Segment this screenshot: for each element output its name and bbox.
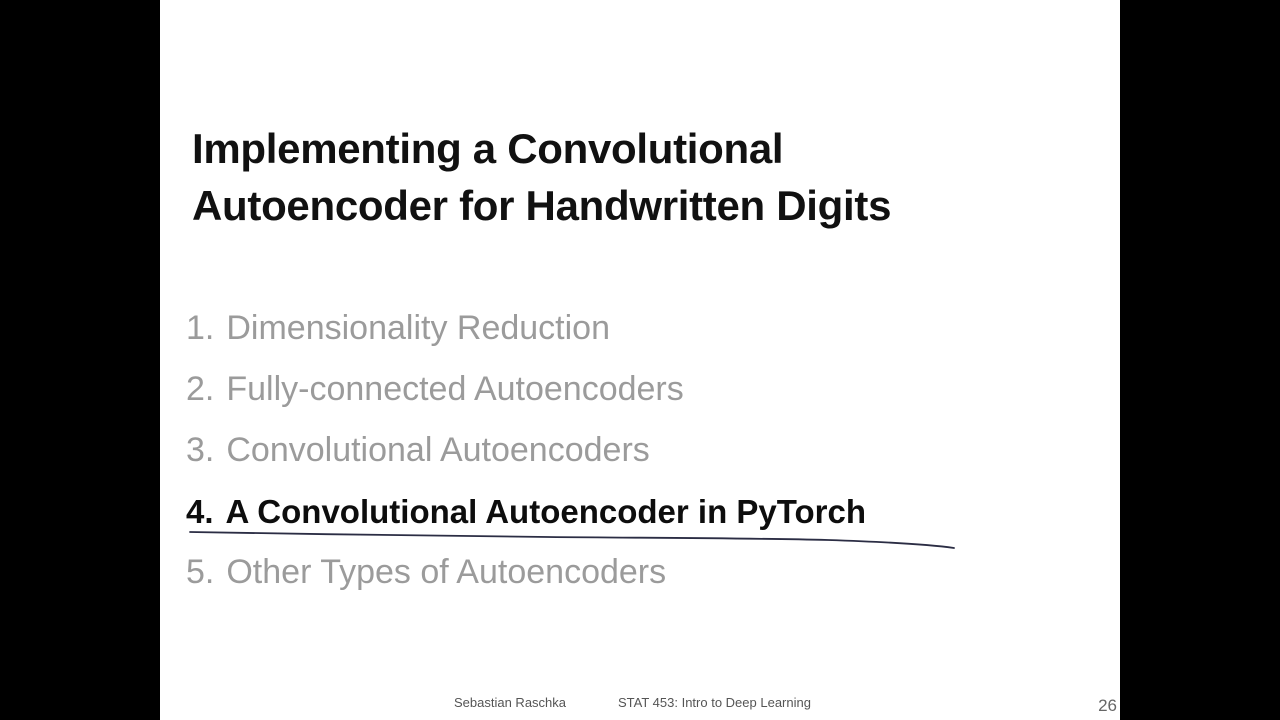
outline-item-label: Other Types of Autoencoders	[226, 553, 667, 591]
footer-author: Sebastian Raschka	[454, 695, 567, 710]
slide: Implementing a Convolutional Autoencoder…	[160, 0, 1120, 720]
outline-item-3: 3. Convolutional Autoencoders	[186, 420, 866, 481]
slide-title-line-1: Implementing a Convolutional	[192, 125, 784, 172]
outline-item-number: 2.	[186, 370, 215, 408]
video-frame: Implementing a Convolutional Autoencoder…	[0, 0, 1280, 720]
outline-item-number: 3.	[186, 431, 215, 469]
slide-title: Implementing a Convolutional Autoencoder…	[192, 120, 891, 234]
page-number: 26	[1098, 696, 1117, 715]
outline-item-2: 2. Fully-connected Autoencoders	[186, 359, 866, 420]
outline-item-number: 1.	[186, 309, 215, 347]
lecture-outline: 1. Dimensionality Reduction 2. Fully-conne…	[186, 298, 866, 603]
handwritten-underline	[189, 531, 955, 549]
outline-item-label: Fully-connected Autoencoders	[226, 370, 684, 408]
outline-item-label: Dimensionality Reduction	[226, 309, 610, 347]
outline-item-1: 1. Dimensionality Reduction	[186, 298, 866, 359]
underline-stroke	[189, 531, 955, 549]
outline-item-number: 4.	[186, 493, 214, 530]
outline-item-number: 5.	[186, 553, 215, 591]
outline-item-label: A Convolutional Autoencoder in PyTorch	[225, 493, 866, 530]
footer-course: STAT 453: Intro to Deep Learning	[618, 695, 811, 710]
outline-item-label: Convolutional Autoencoders	[226, 431, 650, 469]
slide-title-line-2: Autoencoder for Handwritten Digits	[192, 182, 892, 229]
